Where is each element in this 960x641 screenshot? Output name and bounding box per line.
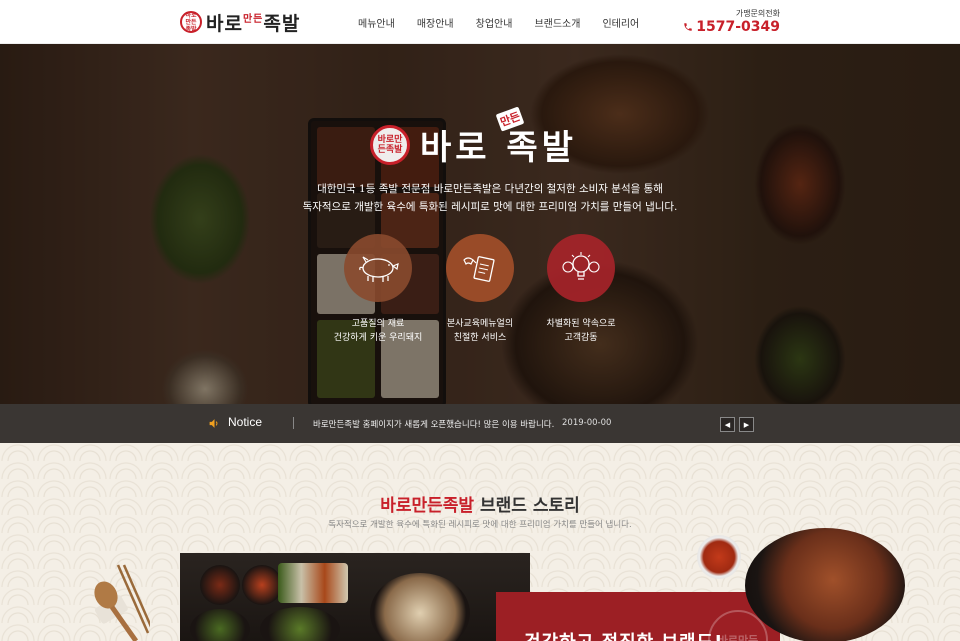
feature-satisfaction: 차별화된 약속으로 고객감동	[516, 234, 646, 345]
nav-item-menu[interactable]: 메뉴안내	[358, 15, 395, 30]
logo-seal-text: 바로만든족발	[185, 11, 197, 33]
hero-banner: 바로만든족발 바로 족발 만든 대한민국 1등 족발 전문점 바로만든족발은 다…	[0, 44, 960, 404]
lightbulb-icon	[562, 252, 600, 280]
jokbal-dish-image	[745, 528, 905, 641]
sauce-bowl-image	[697, 535, 741, 579]
story-food-photo	[180, 553, 530, 641]
contact-number-text: 1577-0349	[696, 19, 780, 35]
hero-title-left: 바로	[420, 128, 491, 168]
hero-title-right: 족발	[506, 128, 577, 168]
logo-text: 바로만든족발	[206, 9, 300, 36]
feature-line2: 고객감동	[564, 333, 598, 343]
notice-prev-button[interactable]: ◀	[720, 417, 735, 432]
site-header: 바로만든족발 바로만든족발 메뉴안내 매장안내 창업안내 브랜드소개 인테리어 …	[0, 0, 960, 44]
hero-overlay	[0, 44, 960, 404]
hero-logo: 바로만든족발 바로 족발 만든	[370, 106, 577, 169]
notice-date: 2019-00-00	[562, 418, 612, 428]
feature-circle	[344, 234, 412, 302]
nav-item-interior[interactable]: 인테리어	[602, 15, 639, 30]
story-title-rest: 브랜드 스토리	[474, 496, 580, 516]
notice-bar: Notice 바로만든족발 홈페이지가 새롭게 오픈했습니다! 많은 이용 바랍…	[0, 404, 960, 443]
notice-text[interactable]: 바로만든족발 홈페이지가 새롭게 오픈했습니다! 많은 이용 바랍니다.	[313, 418, 554, 430]
story-card: 바로만든 건강하고 정직한 브랜드!	[496, 592, 780, 641]
logo-seal: 바로만든족발	[180, 11, 202, 33]
hero-seal-text: 바로만든족발	[377, 134, 403, 155]
main-nav: 메뉴안내 매장안내 창업안내 브랜드소개 인테리어	[347, 0, 650, 44]
hero-description: 대한민국 1등 족발 전문점 바로만든족발은 다년간의 철저한 소비자 분석을 …	[250, 180, 730, 216]
logo-text-left: 바로	[206, 12, 243, 35]
speaker-icon	[209, 419, 218, 428]
story-title-accent: 바로만든족발	[380, 496, 475, 516]
feature-circle	[547, 234, 615, 302]
hero-title: 바로 족발 만든	[420, 106, 577, 169]
notice-title: Notice	[228, 415, 263, 429]
feature-circle	[446, 234, 514, 302]
feature-text: 차별화된 약속으로 고객감동	[516, 317, 646, 345]
franchise-contact: 가맹문의전화 1577-0349	[683, 8, 780, 35]
story-card-text: 건강하고 정직한 브랜드!	[524, 628, 723, 641]
nav-item-stores[interactable]: 매장안내	[417, 15, 454, 30]
hero-seal: 바로만든족발	[370, 124, 410, 165]
brand-story-section: 바로만든족발 브랜드 스토리 독자적으로 개발한 육수에 특화된 레시피로 맛에…	[0, 443, 960, 641]
contact-number[interactable]: 1577-0349	[683, 19, 780, 35]
logo-text-right: 족발	[263, 12, 301, 35]
hero-desc-line2: 독자적으로 개발한 육수에 특화된 레시피로 맛에 대한 프리미엄 가치를 만들…	[302, 201, 678, 213]
notice-divider	[293, 417, 294, 429]
contact-label: 가맹문의전화	[735, 9, 780, 18]
notice-next-button[interactable]: ▶	[739, 417, 754, 432]
pig-icon	[359, 256, 399, 282]
manual-icon	[463, 256, 495, 282]
brand-logo[interactable]: 바로만든족발 바로만든족발	[180, 8, 300, 36]
story-title: 바로만든족발 브랜드 스토리	[0, 491, 960, 516]
nav-item-franchise[interactable]: 창업안내	[476, 15, 513, 30]
spoon-chopsticks-image	[94, 564, 150, 641]
feature-line1: 차별화된 약속으로	[546, 319, 616, 329]
nav-item-brand[interactable]: 브랜드소개	[534, 15, 580, 30]
phone-icon	[684, 23, 692, 31]
hero-desc-line1: 대한민국 1등 족발 전문점 바로만든족발은 다년간의 철저한 소비자 분석을 …	[317, 183, 663, 195]
logo-mark: 만든	[242, 13, 264, 25]
